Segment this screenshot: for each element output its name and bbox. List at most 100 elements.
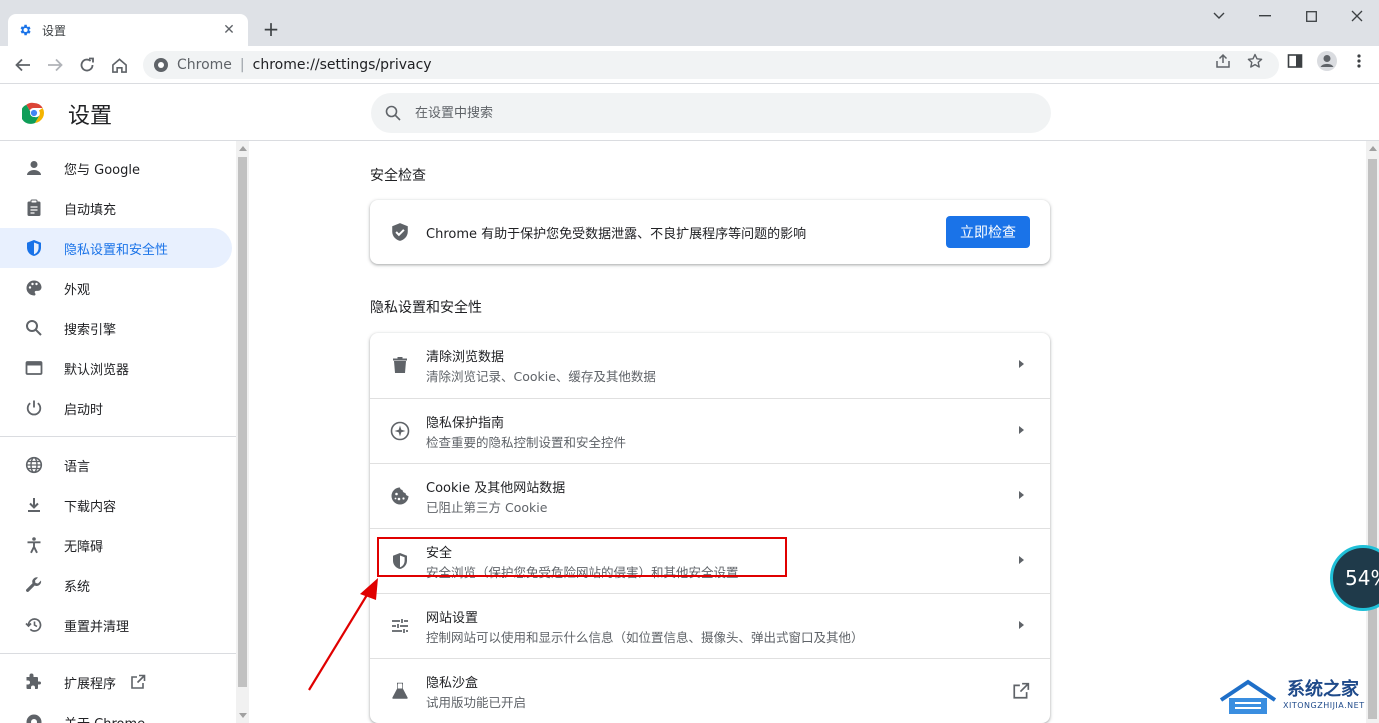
sidebar-item-system[interactable]: 系统 [0, 565, 232, 605]
close-tab-icon[interactable]: ✕ [220, 22, 238, 38]
scroll-up-arrow[interactable] [239, 146, 247, 151]
privacy-security-card: 清除浏览数据 清除浏览记录、Cookie、缓存及其他数据 隐私保护指南 检查重要… [370, 333, 1050, 723]
search-input[interactable] [413, 104, 1017, 122]
gear-icon [18, 23, 32, 37]
sidebar-item-label: 扩展程序 [64, 676, 117, 692]
sidebar-item-label: 默认浏览器 [64, 362, 130, 378]
chrome-logo-icon [20, 101, 46, 125]
sidebar-item-reset-cleanup[interactable]: 重置并清理 [0, 605, 232, 645]
profile-avatar-icon[interactable] [1316, 50, 1338, 72]
chevron-right-icon [1019, 491, 1024, 499]
home-button[interactable] [108, 54, 130, 76]
safety-check-heading: 安全检查 [370, 168, 426, 184]
power-icon [24, 398, 44, 418]
search-icon [24, 318, 44, 338]
sidebar-item-accessibility[interactable]: 无障碍 [0, 525, 232, 565]
sidebar-item-label: 自动填充 [64, 202, 117, 218]
cookie-icon [390, 486, 410, 506]
settings-header: 设置 [0, 84, 1379, 141]
maximize-icon[interactable] [1288, 4, 1334, 28]
privacy-row-privacy-guide[interactable]: 隐私保护指南 检查重要的隐私控制设置和安全控件 [370, 398, 1050, 463]
privacy-row-privacy-sandbox[interactable]: 隐私沙盒 试用版功能已开启 [370, 658, 1050, 723]
download-icon [24, 495, 44, 515]
side-panel-icon[interactable] [1286, 52, 1304, 70]
sidebar-item-label: 关于 Chrome [64, 713, 145, 723]
page-title: 设置 [68, 104, 113, 129]
browser-icon [24, 358, 44, 378]
settings-sidebar: 您与 Google 自动填充 隐私设置和安全性 外观 搜索引擎 默认浏览器 启动… [0, 141, 236, 723]
tab-search-icon[interactable] [1196, 4, 1242, 28]
sidebar-item-downloads[interactable]: 下载内容 [0, 485, 232, 525]
puzzle-icon [24, 672, 44, 692]
omnibox-site-label: Chrome [177, 57, 232, 73]
sidebar-item-about-chrome[interactable]: 关于 Chrome [0, 702, 232, 723]
sidebar-item-label: 外观 [64, 282, 91, 298]
privacy-row-clear-browsing-data[interactable]: 清除浏览数据 清除浏览记录、Cookie、缓存及其他数据 [370, 333, 1050, 398]
chrome-icon [24, 712, 44, 723]
sidebar-item-label: 无障碍 [64, 539, 104, 555]
compass-icon [390, 421, 410, 441]
sidebar-item-on-startup[interactable]: 启动时 [0, 388, 232, 428]
reload-button[interactable] [76, 54, 98, 76]
sidebar-item-you-and-google[interactable]: 您与 Google [0, 148, 232, 188]
sidebar-scrollbar[interactable] [236, 141, 249, 723]
forward-button[interactable] [44, 54, 66, 76]
sidebar-item-privacy-security[interactable]: 隐私设置和安全性 [0, 228, 232, 268]
scrollbar-thumb[interactable] [238, 157, 247, 687]
row-subtitle: 已阻止第三方 Cookie [426, 500, 548, 515]
sidebar-item-languages[interactable]: 语言 [0, 445, 232, 485]
external-link-icon[interactable] [1012, 682, 1030, 700]
restore-icon [24, 615, 44, 635]
settings-search-bar[interactable] [371, 93, 1051, 133]
sidebar-item-extensions[interactable]: 扩展程序 [0, 662, 232, 702]
sidebar-item-label: 搜索引擎 [64, 322, 117, 338]
sidebar-item-appearance[interactable]: 外观 [0, 268, 232, 308]
chevron-right-icon [1019, 360, 1024, 368]
safety-check-card: Chrome 有助于保护您免受数据泄露、不良扩展程序等问题的影响 立即检查 [370, 200, 1050, 264]
browser-toolbar: Chrome | chrome://settings/privacy [0, 46, 1379, 84]
chevron-right-icon [1019, 556, 1024, 564]
tab-strip: 设置 ✕ + [0, 0, 1379, 46]
omnibox-separator: | [239, 57, 245, 73]
tab-settings[interactable]: 设置 ✕ [8, 14, 248, 46]
window-close-icon[interactable] [1334, 4, 1379, 28]
row-title: 清除浏览数据 [426, 350, 505, 365]
omnibox[interactable]: Chrome | chrome://settings/privacy [143, 51, 1279, 79]
new-tab-button[interactable]: + [260, 18, 282, 40]
minimize-icon[interactable] [1242, 4, 1288, 28]
palette-icon [24, 278, 44, 298]
wrench-icon [24, 575, 44, 595]
privacy-security-heading: 隐私设置和安全性 [370, 300, 482, 316]
omnibox-url[interactable]: chrome://settings/privacy [253, 57, 432, 73]
site-watermark: 系统之家 XITONGZHIJIA.NET [1215, 672, 1379, 723]
scroll-up-arrow[interactable] [1369, 146, 1377, 151]
check-now-button[interactable]: 立即检查 [946, 216, 1030, 248]
trash-icon [390, 355, 410, 375]
row-title: 隐私保护指南 [426, 416, 505, 431]
more-menu-icon[interactable] [1350, 52, 1368, 70]
share-icon[interactable] [1214, 52, 1232, 70]
row-title: Cookie 及其他网站数据 [426, 481, 566, 496]
sidebar-divider [0, 653, 236, 654]
back-button[interactable] [12, 54, 34, 76]
main-scrollbar[interactable] [1366, 141, 1379, 723]
highlight-box [377, 537, 787, 577]
sidebar-item-label: 重置并清理 [64, 619, 130, 635]
sidebar-item-default-browser[interactable]: 默认浏览器 [0, 348, 232, 388]
row-subtitle: 控制网站可以使用和显示什么信息（如位置信息、摄像头、弹出式窗口及其他） [426, 630, 864, 645]
bookmark-star-icon[interactable] [1246, 52, 1264, 70]
scroll-down-arrow[interactable] [239, 713, 247, 718]
chevron-right-icon [1019, 621, 1024, 629]
search-icon [385, 105, 401, 121]
scrollbar-thumb[interactable] [1368, 159, 1377, 719]
row-subtitle: 试用版功能已开启 [426, 695, 527, 710]
privacy-row-cookies[interactable]: Cookie 及其他网站数据 已阻止第三方 Cookie [370, 463, 1050, 528]
tab-title: 设置 [42, 23, 67, 38]
sidebar-item-label: 您与 Google [64, 162, 140, 178]
row-subtitle: 检查重要的隐私控制设置和安全控件 [426, 435, 627, 450]
privacy-row-site-settings[interactable]: 网站设置 控制网站可以使用和显示什么信息（如位置信息、摄像头、弹出式窗口及其他） [370, 593, 1050, 658]
sidebar-item-search-engine[interactable]: 搜索引擎 [0, 308, 232, 348]
sidebar-item-label: 系统 [64, 579, 91, 595]
sidebar-item-label: 启动时 [64, 402, 104, 418]
sidebar-item-autofill[interactable]: 自动填充 [0, 188, 232, 228]
